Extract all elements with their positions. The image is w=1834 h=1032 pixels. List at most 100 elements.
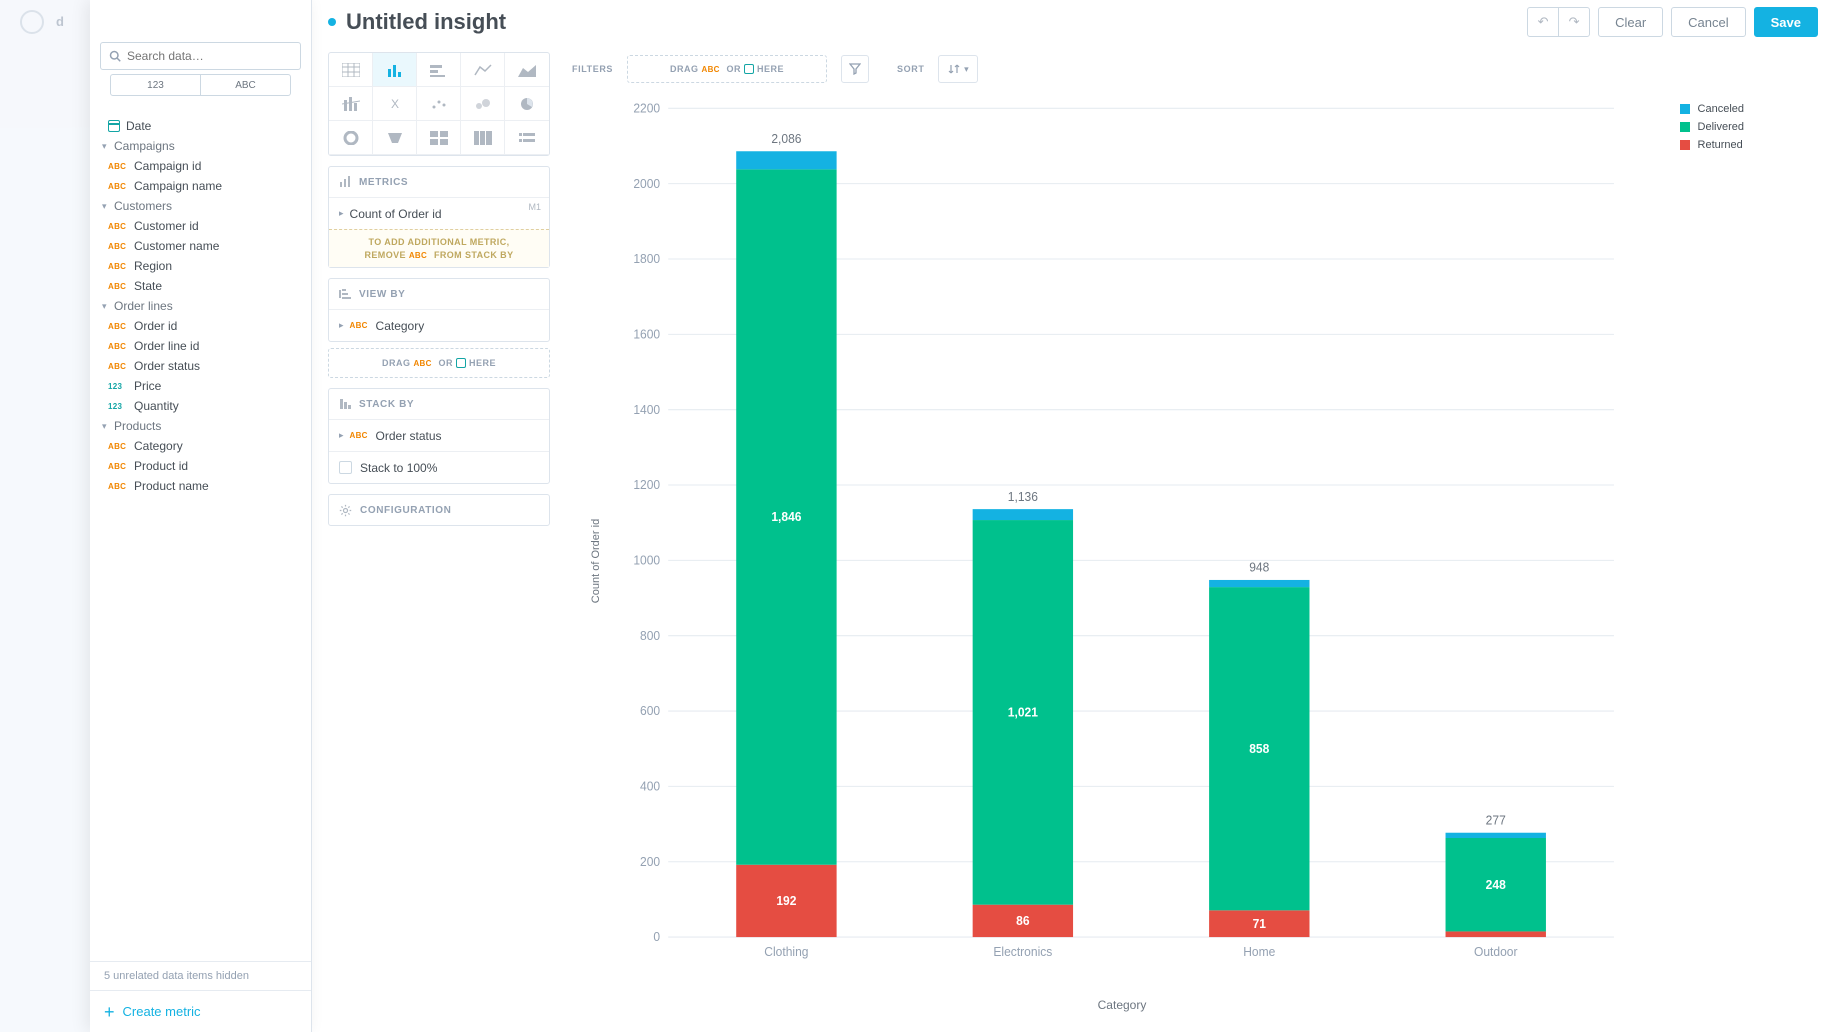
viz-picker: X	[328, 52, 550, 156]
filter-options-button[interactable]	[841, 55, 869, 83]
viz-type-3[interactable]	[461, 53, 505, 87]
metric-item-label: Count of Order id	[350, 207, 442, 221]
svg-text:248: 248	[1486, 878, 1506, 892]
create-metric-button[interactable]: + Create metric	[90, 990, 311, 1032]
viz-type-0[interactable]	[329, 53, 373, 87]
redo-button[interactable]: ↷	[1558, 7, 1590, 37]
x-axis-label: Category	[620, 998, 1624, 1012]
plus-icon: +	[104, 1003, 115, 1021]
viz-type-5[interactable]	[329, 87, 373, 121]
undo-button[interactable]: ↶	[1527, 7, 1559, 37]
viz-type-1[interactable]	[373, 53, 417, 87]
legend-item[interactable]: Delivered	[1680, 118, 1744, 136]
cancel-button[interactable]: Cancel	[1671, 7, 1745, 37]
svg-text:Home: Home	[1243, 945, 1275, 959]
metric-item[interactable]: ▸ Count of Order id M1	[329, 197, 549, 229]
catalog-item[interactable]: ABCState	[102, 276, 311, 296]
app-logo-icon	[20, 10, 44, 34]
legend-label: Delivered	[1698, 121, 1744, 133]
catalog-item[interactable]: 123Quantity	[102, 396, 311, 416]
viewby-icon	[339, 288, 351, 300]
svg-text:1,846: 1,846	[771, 510, 801, 524]
viz-type-6[interactable]: X	[373, 87, 417, 121]
viz-type-12[interactable]	[417, 121, 461, 155]
filters-dropzone[interactable]: DRAGABCOR HERE	[627, 55, 827, 83]
save-button[interactable]: Save	[1754, 7, 1818, 37]
catalog-item[interactable]: ABCOrder id	[102, 316, 311, 336]
viz-type-2[interactable]	[417, 53, 461, 87]
search-input-wrap[interactable]	[100, 42, 301, 70]
svg-text:858: 858	[1249, 742, 1269, 756]
bar-segment[interactable]	[736, 151, 836, 169]
catalog-item[interactable]: ABCCategory	[102, 436, 311, 456]
catalog-footer: 5 unrelated data items hidden	[90, 961, 311, 990]
catalog-item[interactable]: ABCCustomer id	[102, 216, 311, 236]
viz-type-13[interactable]	[461, 121, 505, 155]
abc-icon: ABC	[350, 321, 372, 330]
catalog-item[interactable]: ABCCampaign name	[102, 176, 311, 196]
catalog-item[interactable]: ABCProduct id	[102, 456, 311, 476]
catalog-item[interactable]: ABCCampaign id	[102, 156, 311, 176]
svg-text:Outdoor: Outdoor	[1474, 945, 1518, 959]
chevron-down-icon: ▾	[102, 301, 112, 312]
chevron-right-icon: ▸	[339, 430, 344, 441]
svg-text:86: 86	[1016, 914, 1030, 928]
bar-segment[interactable]	[973, 509, 1073, 520]
date-icon	[108, 120, 120, 132]
catalog-item-date[interactable]: Date	[102, 116, 311, 136]
catalog-item[interactable]: 123Price	[102, 376, 311, 396]
catalog-item[interactable]: ABCRegion	[102, 256, 311, 276]
unsaved-dot-icon	[328, 18, 336, 26]
stackby-bucket: STACK BY ▸ ABC Order status Stack to 100…	[328, 388, 550, 484]
insight-title[interactable]: Untitled insight	[346, 9, 506, 35]
catalog-group[interactable]: ▾Campaigns	[102, 136, 311, 156]
toggle-measures[interactable]: 123	[111, 75, 201, 95]
chevron-down-icon: ▾	[102, 201, 112, 212]
svg-text:0: 0	[653, 930, 660, 944]
viz-type-9[interactable]	[505, 87, 549, 121]
viz-type-8[interactable]	[461, 87, 505, 121]
type-toggle[interactable]: 123 ABC	[110, 74, 291, 96]
bar-segment[interactable]	[1209, 580, 1309, 587]
sort-button[interactable]: ▾	[938, 55, 978, 83]
stackby-item[interactable]: ▸ ABC Order status	[329, 419, 549, 451]
toggle-attributes[interactable]: ABC	[201, 75, 290, 95]
svg-text:1000: 1000	[633, 553, 660, 567]
checkbox-icon[interactable]	[339, 461, 352, 474]
viz-type-7[interactable]	[417, 87, 461, 121]
chevron-down-icon: ▾	[964, 64, 969, 75]
stackby-header: STACK BY	[329, 389, 549, 419]
svg-text:400: 400	[640, 779, 660, 793]
catalog-item[interactable]: ABCOrder line id	[102, 336, 311, 356]
legend-item[interactable]: Returned	[1680, 136, 1744, 154]
gear-icon	[339, 504, 352, 517]
stack-to-100-row[interactable]: Stack to 100%	[329, 451, 549, 483]
create-metric-label: Create metric	[123, 1004, 201, 1019]
legend-item[interactable]: Canceled	[1680, 100, 1744, 118]
catalog-item[interactable]: ABCCustomer name	[102, 236, 311, 256]
svg-text:948: 948	[1249, 560, 1269, 574]
svg-text:71: 71	[1253, 917, 1267, 931]
viz-type-4[interactable]	[505, 53, 549, 87]
search-input[interactable]	[127, 49, 292, 63]
catalog-group[interactable]: ▾Products	[102, 416, 311, 436]
catalog-group[interactable]: ▾Order lines	[102, 296, 311, 316]
chevron-right-icon: ▸	[339, 320, 344, 331]
bar-segment[interactable]	[1446, 833, 1546, 838]
bar-segment[interactable]	[1446, 931, 1546, 937]
viewby-dropzone[interactable]: DRAGABCOR HERE	[328, 348, 550, 378]
configuration-toggle[interactable]: CONFIGURATION	[328, 494, 550, 526]
clear-button[interactable]: Clear	[1598, 7, 1663, 37]
viz-type-14[interactable]	[505, 121, 549, 155]
metrics-bucket: METRICS ▸ Count of Order id M1 TO ADD AD…	[328, 166, 550, 268]
catalog-item[interactable]: ABCProduct name	[102, 476, 311, 496]
viewby-item[interactable]: ▸ ABC Category	[329, 309, 549, 341]
catalog-item[interactable]: ABCOrder status	[102, 356, 311, 376]
legend-label: Canceled	[1698, 103, 1744, 115]
viz-type-10[interactable]	[329, 121, 373, 155]
viz-type-11[interactable]	[373, 121, 417, 155]
catalog-group[interactable]: ▾Customers	[102, 196, 311, 216]
filter-sort-toolbar: FILTERS DRAGABCOR HERE SORT ▾	[572, 52, 1818, 86]
sort-label: SORT	[897, 64, 924, 74]
catalog-tree: Date▾CampaignsABCCampaign idABCCampaign …	[90, 112, 311, 496]
